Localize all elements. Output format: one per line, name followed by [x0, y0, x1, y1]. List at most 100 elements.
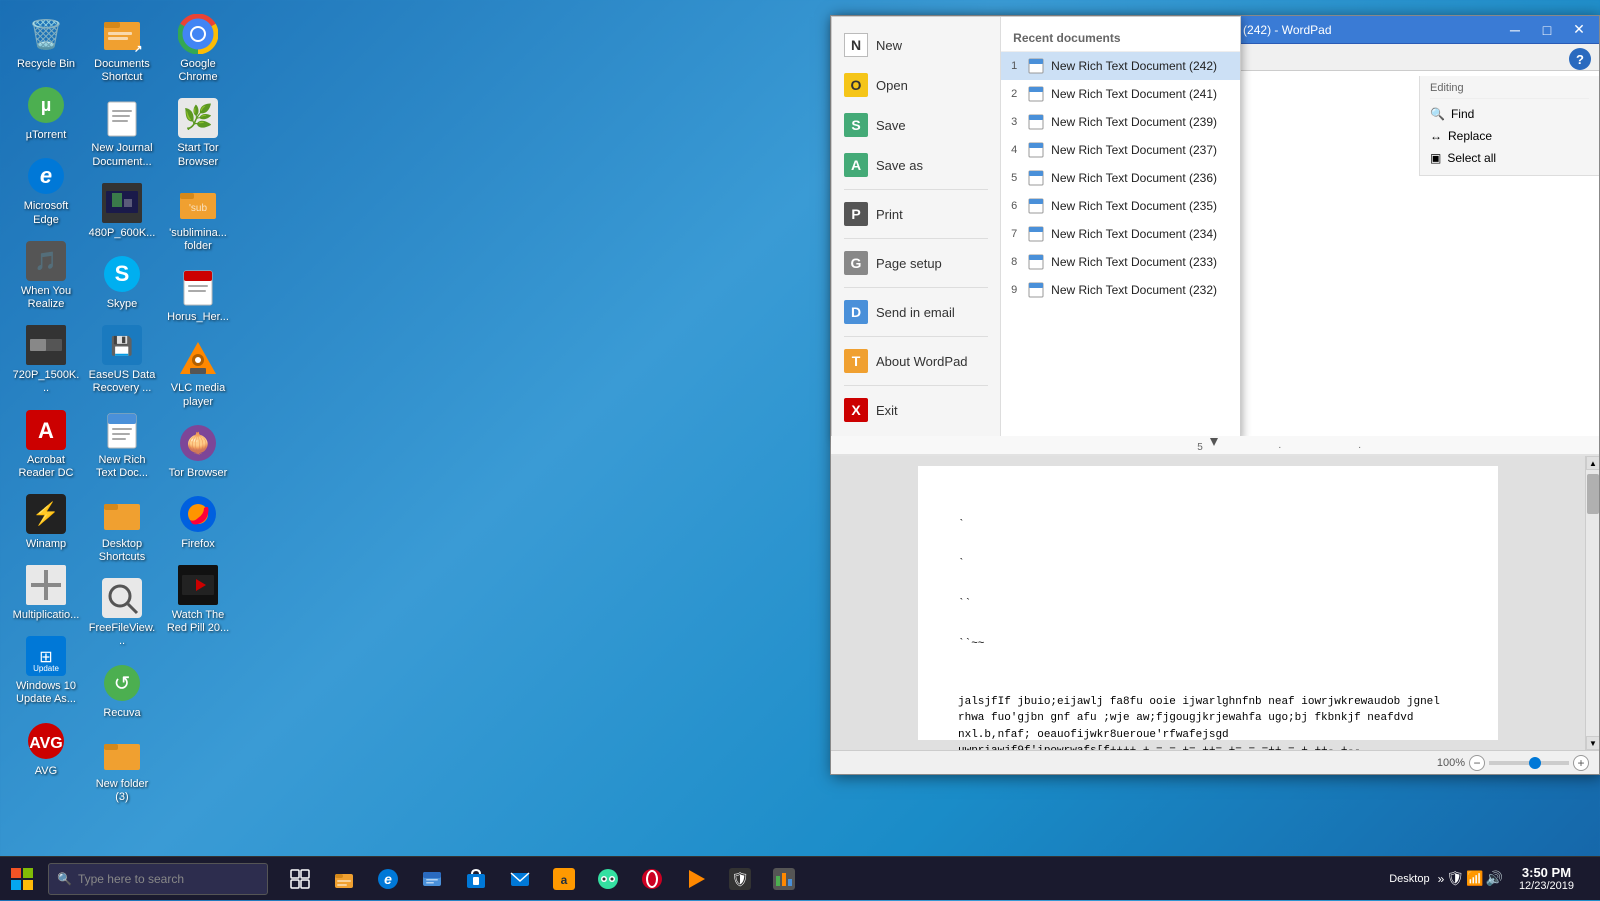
- store-btn[interactable]: [456, 857, 496, 901]
- icon-avast[interactable]: AVG AVG: [8, 715, 84, 784]
- svg-text:·: ·: [1278, 442, 1281, 453]
- desktop-label[interactable]: Desktop: [1389, 873, 1429, 885]
- icon-tor-browser[interactable]: 🧅 Tor Browser: [160, 417, 236, 486]
- scroll-thumb[interactable]: [1587, 474, 1599, 514]
- icon-freefileview[interactable]: FreeFileView...: [84, 572, 160, 654]
- icon-easeus[interactable]: 💾 EaseUS Data Recovery ...: [84, 319, 160, 401]
- replace-button[interactable]: ↔ Replace: [1430, 125, 1589, 147]
- find-icon: 🔍: [1430, 107, 1445, 121]
- close-button[interactable]: ✕: [1565, 19, 1593, 41]
- notifications-expand[interactable]: »: [1438, 872, 1445, 886]
- menu-print[interactable]: P Print: [832, 194, 1000, 234]
- zoom-out-btn[interactable]: −: [1469, 755, 1485, 771]
- ruler: 5 · ·: [831, 436, 1599, 456]
- svg-text:A: A: [38, 418, 54, 443]
- security-tray-icon[interactable]: 🛡: [1446, 870, 1464, 887]
- svg-text:💾: 💾: [111, 335, 133, 356]
- menu-send-email[interactable]: D Send in email: [832, 292, 1000, 332]
- icon-utorrent[interactable]: µ µTorrent: [8, 79, 84, 148]
- scroll-track[interactable]: [1586, 470, 1599, 736]
- recent-doc-1[interactable]: 1 New Rich Text Document (242): [1001, 52, 1240, 80]
- document-content-area[interactable]: ` ` `` ``~~ jalsjfIf jbuio;eijawlj fa8fu…: [831, 456, 1599, 750]
- zoom-slider[interactable]: [1489, 761, 1569, 765]
- icon-multiplication[interactable]: Multiplicatio...: [8, 559, 84, 628]
- recent-doc-6[interactable]: 6 New Rich Text Document (235): [1001, 192, 1240, 220]
- file-explorer-btn[interactable]: [324, 857, 364, 901]
- menu-save-as[interactable]: A Save as: [832, 145, 1000, 185]
- taskbar: 🔍 Type here to search: [0, 856, 1600, 900]
- menu-save[interactable]: S Save: [832, 105, 1000, 145]
- task-view-btn[interactable]: [280, 857, 320, 901]
- icon-winamp[interactable]: ⚡ Winamp: [8, 488, 84, 557]
- replace-icon: ↔: [1430, 129, 1442, 143]
- icon-windows10[interactable]: ⊞ Update Windows 10 Update As...: [8, 630, 84, 712]
- amazon-btn[interactable]: a: [544, 857, 584, 901]
- recent-doc-9[interactable]: 9 New Rich Text Document (232): [1001, 276, 1240, 304]
- tripadvisor-btn[interactable]: [588, 857, 628, 901]
- zoom-in-btn[interactable]: +: [1573, 755, 1589, 771]
- network-icon[interactable]: 📶: [1466, 870, 1483, 887]
- recent-doc-5[interactable]: 5 New Rich Text Document (236): [1001, 164, 1240, 192]
- opera-btn[interactable]: [632, 857, 672, 901]
- icon-desktop-shortcuts[interactable]: Desktop Shortcuts: [84, 488, 160, 570]
- mail-btn[interactable]: [500, 857, 540, 901]
- taskbar-search-box[interactable]: 🔍 Type here to search: [48, 863, 268, 895]
- windows-security-btn[interactable]: 🛡: [720, 857, 760, 901]
- icon-horus-heru[interactable]: Horus_Her...: [160, 261, 236, 330]
- icon-720p[interactable]: 720P_1500K...: [8, 319, 84, 401]
- scroll-up-btn[interactable]: ▲: [1586, 456, 1599, 470]
- volume-icon[interactable]: 🔊: [1486, 870, 1503, 887]
- new-file-icon: N: [844, 33, 868, 57]
- zoom-control: 100% − +: [1437, 755, 1589, 771]
- minimize-button[interactable]: ─: [1501, 19, 1529, 41]
- system-clock[interactable]: 3:50 PM 12/23/2019: [1511, 865, 1582, 892]
- icon-480p[interactable]: 480P_600K...: [84, 177, 160, 246]
- menu-exit[interactable]: X Exit: [832, 390, 1000, 430]
- vertical-scrollbar[interactable]: ▲ ▼: [1585, 456, 1599, 750]
- recent-doc-8[interactable]: 8 New Rich Text Document (233): [1001, 248, 1240, 276]
- icon-skype[interactable]: S Skype: [84, 248, 160, 317]
- document-page[interactable]: ` ` `` ``~~ jalsjfIf jbuio;eijawlj fa8fu…: [918, 466, 1498, 740]
- icon-vlc[interactable]: VLC media player: [160, 332, 236, 414]
- edge-taskbar-btn[interactable]: e: [368, 857, 408, 901]
- icon-new-folder[interactable]: New folder (3): [84, 728, 160, 810]
- icon-acrobat[interactable]: A Acrobat Reader DC: [8, 404, 84, 486]
- open-file-icon: O: [844, 73, 868, 97]
- scroll-down-btn[interactable]: ▼: [1586, 736, 1599, 750]
- icon-documents-shortcut[interactable]: ↗ Documents Shortcut: [84, 8, 160, 90]
- recent-doc-4[interactable]: 4 New Rich Text Document (237): [1001, 136, 1240, 164]
- statusbar: 100% − +: [831, 750, 1599, 774]
- icon-watch-red-pill[interactable]: Watch The Red Pill 20...: [160, 559, 236, 641]
- recent-doc-2[interactable]: 2 New Rich Text Document (241): [1001, 80, 1240, 108]
- task-manager-btn[interactable]: [764, 857, 804, 901]
- icon-recycle-bin[interactable]: 🗑️ Recycle Bin: [8, 8, 84, 77]
- svg-text:AVG: AVG: [29, 735, 62, 752]
- icon-start-tor[interactable]: 🌿 Start Tor Browser: [160, 92, 236, 174]
- maximize-button[interactable]: □: [1533, 19, 1561, 41]
- doc-line-10: [958, 674, 1458, 694]
- start-button[interactable]: [0, 857, 44, 901]
- icon-new-rich-text[interactable]: New Rich Text Doc...: [84, 404, 160, 486]
- media-player-btn[interactable]: [676, 857, 716, 901]
- recent-doc-3[interactable]: 3 New Rich Text Document (239): [1001, 108, 1240, 136]
- recent-doc-7[interactable]: 7 New Rich Text Document (234): [1001, 220, 1240, 248]
- show-desktop-btn[interactable]: [1586, 857, 1592, 901]
- icon-new-journal[interactable]: New Journal Document...: [84, 92, 160, 174]
- menu-page-setup[interactable]: G Page setup: [832, 243, 1000, 283]
- doc-line-6: ``: [958, 595, 1458, 615]
- menu-open[interactable]: O Open: [832, 65, 1000, 105]
- editing-section: Editing 🔍 Find ↔ Replace ▣ Select all: [1419, 76, 1599, 176]
- icon-subliminal[interactable]: 'sub 'sublimina... folder: [160, 177, 236, 259]
- icon-msedge[interactable]: e Microsoft Edge: [8, 150, 84, 232]
- find-button[interactable]: 🔍 Find: [1430, 103, 1589, 125]
- icon-recuva[interactable]: ↺ Recuva: [84, 657, 160, 726]
- windows-explorer-btn[interactable]: [412, 857, 452, 901]
- menu-about[interactable]: T About WordPad: [832, 341, 1000, 381]
- help-button[interactable]: ?: [1569, 48, 1591, 70]
- document-scroll-area[interactable]: ` ` `` ``~~ jalsjfIf jbuio;eijawlj fa8fu…: [831, 456, 1585, 750]
- icon-firefox[interactable]: Firefox: [160, 488, 236, 557]
- menu-new[interactable]: N New: [832, 25, 1000, 65]
- icon-google-chrome[interactable]: Google Chrome: [160, 8, 236, 90]
- icon-when-you-realize[interactable]: 🎵 When You Realize: [8, 235, 84, 317]
- select-all-button[interactable]: ▣ Select all: [1430, 147, 1589, 169]
